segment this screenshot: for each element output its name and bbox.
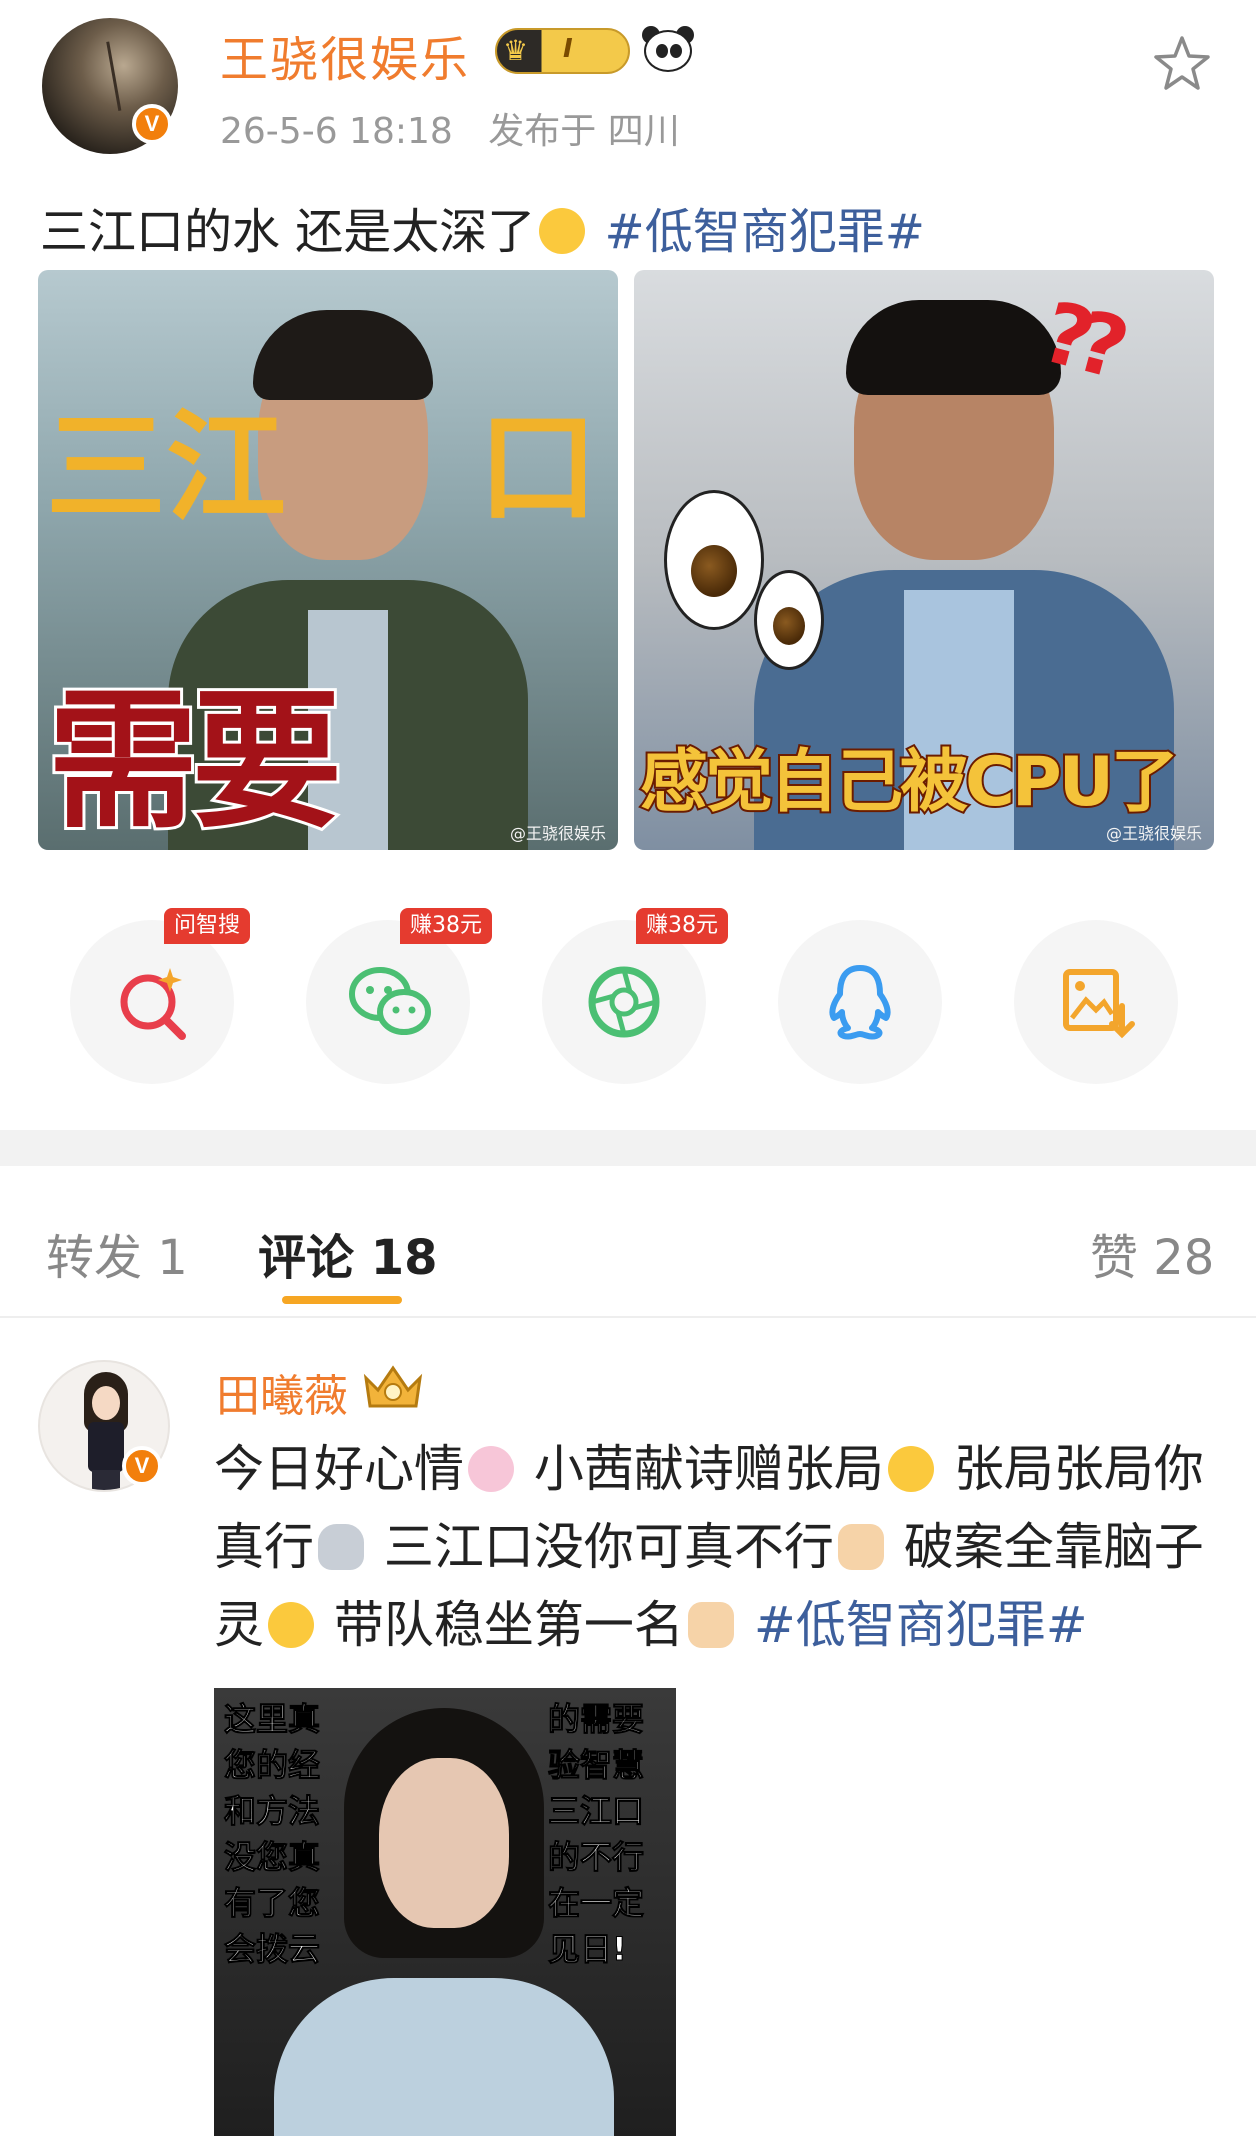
image2-watermark: @王骁很娱乐 — [1105, 824, 1202, 843]
active-tab-indicator — [282, 1296, 402, 1304]
save-image-icon — [1063, 969, 1135, 1039]
section-divider — [0, 1130, 1256, 1166]
post-image-1[interactable]: 三江 口 需要我！ @王骁很娱乐 — [38, 270, 618, 850]
image1-text-right: 口 — [478, 399, 598, 538]
clapping-hands-emoji-icon — [687, 1602, 734, 1648]
qq-share-button[interactable] — [778, 920, 942, 1084]
commenter-name[interactable]: 田曦薇 — [216, 1360, 348, 1424]
favorite-star-icon[interactable] — [1150, 32, 1214, 96]
post-time: 26-5-6 18:18 — [220, 111, 453, 152]
tab-likes[interactable]: 赞 28 — [1090, 1218, 1214, 1288]
wechat-icon — [349, 967, 431, 1035]
weibo-post: V 王骁很娱乐 ♛ I 26-5-6 18:18 发布于 四川 三江口的水 还是… — [0, 0, 1256, 1130]
gold-crown-icon — [363, 1365, 423, 1408]
victory-hand-emoji-icon — [837, 1524, 884, 1570]
wechat-share-button[interactable]: 赚38元 — [306, 908, 492, 1084]
comment-item: V 田曦薇 今日好心情 小茜献诗赠张局 张局张局你真行 三江口没你可真不行 破案… — [0, 1318, 1256, 2138]
interaction-tabs: 转发 1 评论 18 赞 28 — [0, 1166, 1256, 1318]
glasses-emoji-icon — [887, 1446, 934, 1492]
big-eye-right — [754, 570, 824, 670]
image1-text-left: 三江 — [46, 399, 286, 538]
wechat-reward-tag: 赚38元 — [400, 908, 492, 944]
crown-icon: ♛ — [503, 34, 529, 67]
comment-segment: 带队稳坐第一名 — [333, 1596, 684, 1654]
image1-watermark: @王骁很娱乐 — [509, 824, 606, 843]
image2-caption: 感觉自己被CPU了 — [638, 741, 1181, 824]
thinking-emoji-icon — [268, 1602, 314, 1648]
post-meta: 26-5-6 18:18 发布于 四川 — [220, 102, 680, 154]
author-name[interactable]: 王骁很娱乐 — [220, 20, 470, 90]
save-image-button[interactable] — [1014, 920, 1178, 1084]
tab-repost[interactable]: 转发 1 — [46, 1218, 188, 1288]
member-crown-badge[interactable]: ♛ I — [495, 28, 630, 74]
verified-v-icon: V — [132, 104, 172, 144]
poem-right-column: 的需要 验智慧 三江口 的不行 在一定 见日! — [548, 1700, 645, 1969]
big-eye-left — [664, 490, 764, 630]
moments-aperture-icon — [588, 966, 660, 1038]
ask-search-tag: 问智搜 — [164, 908, 251, 944]
ask-search-button[interactable]: 问智搜 — [70, 908, 251, 1084]
post-hashtag[interactable]: #低智商犯罪# — [605, 204, 925, 260]
panda-icon — [640, 24, 696, 74]
commenter-verified-icon: V — [122, 1446, 162, 1486]
moments-share-button[interactable]: 赚38元 — [542, 908, 728, 1084]
comment-segment: 今日好心情 — [214, 1440, 464, 1498]
qq-penguin-icon — [829, 965, 891, 1040]
tab-comments[interactable]: 评论 18 — [258, 1218, 438, 1288]
member-level: I — [563, 34, 573, 64]
post-image-2[interactable]: ?? 感觉自己被CPU了 @王骁很娱乐 — [634, 270, 1214, 850]
post-text-main: 三江口的水 还是太深了 — [40, 204, 536, 260]
post-location: 发布于 四川 — [488, 111, 680, 152]
question-marks: ?? — [1032, 282, 1125, 396]
ai-search-icon — [120, 968, 186, 1040]
comment-text: 今日好心情 小茜献诗赠张局 张局张局你真行 三江口没你可真不行 破案全靠脑子灵 … — [214, 1430, 1224, 1664]
comment-segment: 小茜献诗赠张局 — [533, 1440, 884, 1498]
comment-segment: 三江口没你可真不行 — [383, 1518, 834, 1576]
ultraman-emoji-icon — [318, 1524, 364, 1570]
comment-image[interactable]: 这里真 您的经 和方法 没您真 有了您 会拨云 的需要 验智慧 三江口 的不行 … — [214, 1688, 676, 2136]
poem-left-column: 这里真 您的经 和方法 没您真 有了您 会拨云 — [224, 1700, 321, 1969]
moments-reward-tag: 赚38元 — [636, 908, 728, 944]
bunny-emoji-icon — [468, 1446, 514, 1492]
image1-caption: 需要我！ — [45, 672, 345, 850]
dizzy-face-emoji-icon — [539, 208, 586, 254]
comment-hashtag[interactable]: #低智商犯罪# — [754, 1596, 1088, 1654]
share-row: 问智搜 赚38元 赚38元 — [0, 908, 1256, 1090]
post-text: 三江口的水 还是太深了 #低智商犯罪# — [40, 192, 925, 262]
